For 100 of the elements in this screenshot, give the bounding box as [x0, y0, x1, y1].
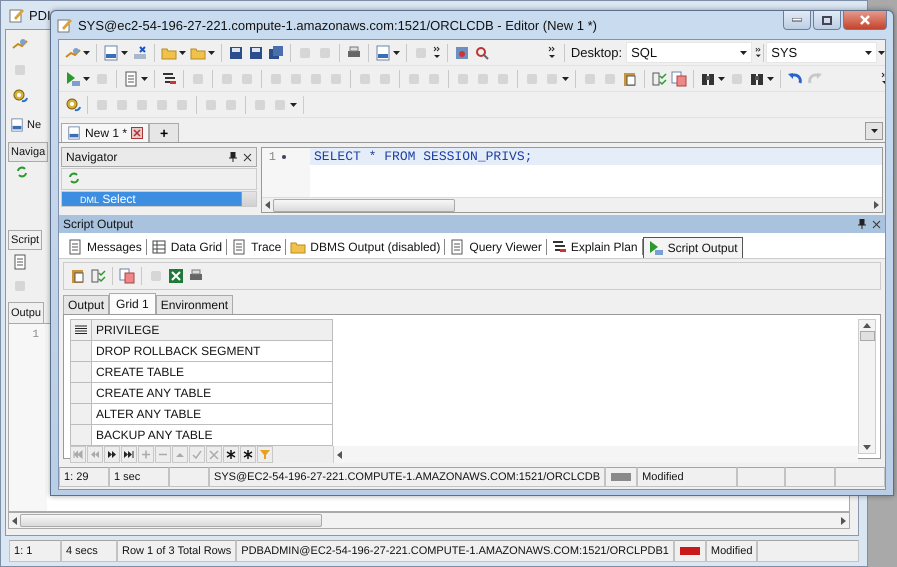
- spreadsheet-icon[interactable]: [168, 268, 184, 284]
- table-cell: CREATE ANY TABLE: [92, 382, 332, 404]
- clipboard-icon[interactable]: [70, 268, 86, 284]
- panel-tab[interactable]: Script Output: [642, 236, 743, 258]
- dropdown-arrow-icon[interactable]: [393, 50, 400, 54]
- clipboard-icon[interactable]: [622, 70, 638, 86]
- undo-icon[interactable]: [787, 70, 803, 86]
- checklist-icon[interactable]: [651, 70, 667, 86]
- code-line: SELECT * FROM SESSION_PRIVS;: [314, 149, 532, 164]
- panel-tab[interactable]: Messages: [63, 237, 146, 257]
- dropdown-arrow-icon[interactable]: [290, 102, 297, 106]
- document-icon[interactable]: [123, 70, 139, 86]
- status-panel: [737, 467, 785, 487]
- panel-tab[interactable]: DBMS Output (disabled): [286, 237, 444, 257]
- last-record-icon[interactable]: [121, 446, 137, 463]
- dropdown-arrow-icon[interactable]: [562, 76, 569, 80]
- document-icon[interactable]: [449, 239, 466, 255]
- chevron-icon[interactable]: [754, 46, 762, 60]
- copy-icon[interactable]: [671, 70, 687, 86]
- gear-icon[interactable]: [12, 88, 28, 104]
- checklist-icon[interactable]: [90, 268, 106, 284]
- dropdown-arrow-icon[interactable]: [767, 76, 774, 80]
- refresh-icon[interactable]: [16, 166, 28, 178]
- chevron-icon[interactable]: [433, 46, 441, 60]
- sql-document-icon: [10, 118, 24, 132]
- check-record-icon[interactable]: [189, 446, 205, 463]
- minimize-button[interactable]: [783, 11, 811, 30]
- scrollbar-thumb[interactable]: [860, 331, 874, 341]
- scroll-left-arrow-icon[interactable]: [337, 450, 342, 458]
- sql-document-icon[interactable]: [103, 44, 119, 60]
- pin-icon[interactable]: [858, 219, 866, 229]
- pencil-document-icon: [9, 7, 25, 23]
- tab-list-button[interactable]: [865, 122, 883, 140]
- scroll-right-arrow-icon[interactable]: [874, 201, 879, 209]
- close-icon[interactable]: [872, 220, 881, 228]
- column-header[interactable]: PRIVILEGE: [92, 320, 332, 340]
- dropdown-arrow-icon[interactable]: [718, 76, 725, 80]
- dropdown-arrow-icon[interactable]: [740, 50, 747, 54]
- dropdown-arrow-icon[interactable]: [141, 76, 148, 80]
- panel-tab[interactable]: Explain Plan: [546, 237, 642, 257]
- dropdown-arrow-icon[interactable]: [179, 50, 186, 54]
- panel-tab[interactable]: Trace: [227, 237, 286, 257]
- line-number: 1: [268, 150, 276, 164]
- result-tab[interactable]: Environment: [156, 295, 234, 314]
- tree-list-icon[interactable]: [161, 70, 177, 86]
- scroll-left-arrow-icon[interactable]: [12, 516, 17, 524]
- pin-icon[interactable]: [229, 152, 237, 162]
- document-icon[interactable]: [231, 239, 248, 255]
- asterisk-icon[interactable]: [240, 446, 256, 463]
- vertical-scrollbar[interactable]: [241, 192, 256, 206]
- list-icon[interactable]: [75, 325, 87, 334]
- close-icon[interactable]: [243, 152, 252, 162]
- status-cell: 1: 1: [9, 540, 61, 562]
- close-button[interactable]: [843, 11, 887, 30]
- play-icon[interactable]: [648, 240, 664, 256]
- horizontal-scrollbar[interactable]: [333, 446, 858, 463]
- panel-tab[interactable]: Query Viewer: [445, 237, 546, 257]
- panel-title: Script Output: [63, 217, 134, 231]
- chevron-icon[interactable]: [548, 46, 556, 60]
- script-tab[interactable]: Script: [8, 230, 42, 250]
- scroll-left-arrow-icon[interactable]: [265, 201, 270, 209]
- dropdown-arrow-icon[interactable]: [121, 50, 128, 54]
- result-output-tab[interactable]: Outpu: [8, 302, 44, 323]
- window-title: PDI: [29, 8, 51, 22]
- horizontal-scrollbar[interactable]: [8, 512, 850, 529]
- refresh-icon[interactable]: [68, 172, 80, 184]
- floppy-disks-icon[interactable]: [268, 44, 284, 60]
- document-icon[interactable]: [12, 254, 28, 270]
- editor-tab[interactable]: New 1 *: [61, 123, 150, 142]
- document-icon[interactable]: [67, 239, 83, 255]
- dropdown-arrow-icon[interactable]: [208, 50, 215, 54]
- connection-dropdown[interactable]: SYS: [766, 42, 877, 63]
- scroll-down-arrow-icon[interactable]: [863, 445, 871, 450]
- next-record-icon[interactable]: [104, 446, 120, 463]
- result-tab[interactable]: Output: [63, 295, 110, 314]
- dropdown-arrow-icon[interactable]: [83, 50, 90, 54]
- gear-icon[interactable]: [65, 96, 81, 112]
- dropdown-arrow-icon[interactable]: [83, 76, 90, 80]
- vertical-scrollbar[interactable]: [858, 319, 876, 454]
- new-tab-button[interactable]: +: [149, 123, 180, 142]
- status-cell: 1 sec: [109, 467, 169, 487]
- tree-list-icon[interactable]: [550, 239, 567, 255]
- copy-icon[interactable]: [119, 268, 135, 284]
- disconnect-icon[interactable]: [132, 44, 148, 60]
- desktop-dropdown[interactable]: SQL: [626, 42, 752, 63]
- maximize-button[interactable]: [813, 11, 841, 30]
- sql-document-icon[interactable]: [67, 126, 81, 140]
- sql-document-icon[interactable]: [375, 44, 391, 60]
- grid-icon[interactable]: [150, 239, 167, 255]
- editor-tab[interactable]: Ne: [8, 114, 44, 136]
- magnifier-icon[interactable]: [474, 44, 490, 60]
- dropdown-arrow-icon: [870, 129, 878, 133]
- panel-tab[interactable]: Data Grid: [146, 237, 226, 257]
- close-tab-icon[interactable]: [131, 127, 144, 139]
- asterisk-icon[interactable]: [223, 446, 239, 463]
- status-cell: Modified: [637, 467, 738, 487]
- calendar-icon[interactable]: [454, 44, 470, 60]
- result-tab[interactable]: Grid 1: [109, 293, 156, 314]
- scroll-up-arrow-icon[interactable]: [863, 323, 871, 328]
- scroll-right-arrow-icon[interactable]: [841, 516, 846, 524]
